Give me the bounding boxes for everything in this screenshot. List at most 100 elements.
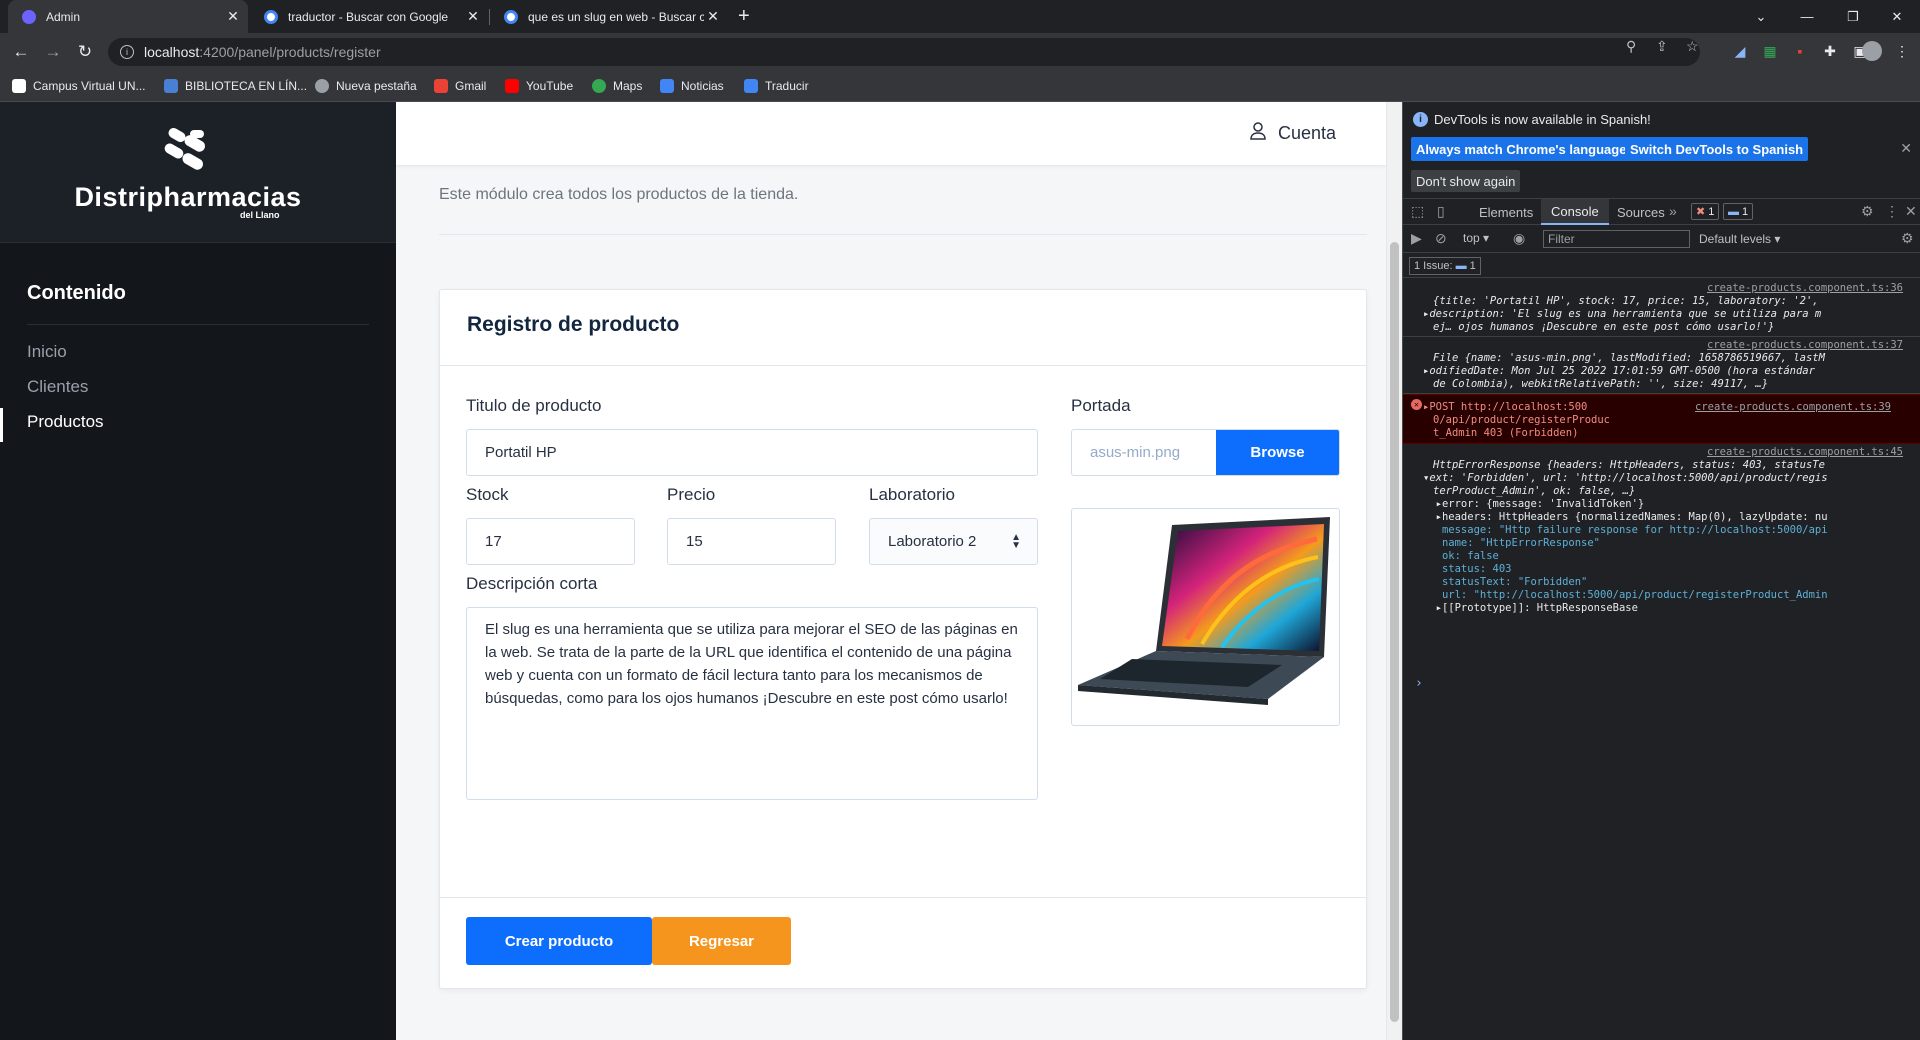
tab-search-icon[interactable]: ⌄ (1738, 0, 1784, 33)
context-select[interactable]: top ▾ (1463, 231, 1489, 245)
browser-tab-traductor[interactable]: traductor - Buscar con Google ✕ (250, 0, 488, 33)
close-tab-icon[interactable]: ✕ (224, 8, 242, 25)
short-desc-label: Descripción corta (466, 574, 598, 593)
price-input[interactable]: 15 (667, 518, 836, 565)
close-tab-icon[interactable]: ✕ (464, 8, 482, 25)
console-filter-input[interactable]: Filter (1543, 230, 1690, 248)
settings-gear-icon[interactable]: ⚙ (1861, 203, 1874, 220)
bookmark-traducir[interactable]: Traducir (744, 77, 809, 95)
bookmark-noticias[interactable]: Noticias (660, 77, 724, 95)
switch-spanish-button[interactable]: Switch DevTools to Spanish (1625, 137, 1809, 161)
extension-icon[interactable]: ◢ (1730, 41, 1750, 61)
info-count-badge[interactable]: ▬ 1 (1723, 203, 1754, 220)
message-source-link[interactable]: create-products.component.ts:45 (1707, 446, 1903, 458)
youtube-icon (505, 79, 519, 93)
bookmark-star-icon[interactable]: ☆ (1686, 38, 1699, 55)
site-info-icon[interactable]: i (120, 45, 134, 59)
console-message[interactable]: create-products.component.ts:36 {title: … (1403, 280, 1920, 337)
scrollbar-thumb[interactable] (1390, 242, 1399, 1022)
browser-tab-slug[interactable]: que es un slug en web - Buscar c ✕ (490, 0, 728, 33)
profile-avatar-icon[interactable] (1862, 41, 1882, 61)
sidebar-toggle-icon[interactable]: ▶ (1411, 230, 1422, 247)
tab-sources[interactable]: Sources (1607, 199, 1675, 225)
bookmark-youtube[interactable]: YouTube (505, 77, 573, 95)
console-output: create-products.component.ts:36 {title: … (1403, 280, 1920, 696)
tab-console[interactable]: Console (1541, 199, 1609, 225)
close-devtools-icon[interactable]: ✕ (1905, 203, 1917, 220)
logo-text: Distripharmacias (74, 182, 302, 212)
restore-icon[interactable]: ❐ (1830, 0, 1876, 33)
back-icon[interactable]: ← (8, 39, 34, 65)
cover-file-input[interactable]: asus-min.png Browse (1071, 429, 1340, 476)
console-prompt[interactable]: › (1415, 676, 1423, 691)
dont-show-again-button[interactable]: Don't show again (1411, 170, 1521, 192)
title-input[interactable]: Portatil HP (466, 429, 1038, 476)
sidebar-item-productos[interactable]: Productos (27, 412, 104, 432)
message-line: message: "Http failure response for http… (1423, 524, 1828, 536)
close-window-icon[interactable]: ✕ (1874, 0, 1920, 33)
menu-kebab-icon[interactable]: ⋮ (1892, 41, 1912, 61)
zoom-icon[interactable]: ⚲ (1626, 38, 1636, 55)
reload-icon[interactable]: ↻ (72, 39, 98, 65)
globe-icon (315, 79, 329, 93)
issues-button[interactable]: 1 Issue: ▬ 1 (1409, 257, 1481, 275)
sidebar-item-clientes[interactable]: Clientes (27, 377, 88, 397)
console-error-message[interactable]: ✕ create-products.component.ts:39 ▸POST … (1403, 394, 1920, 444)
page-scrollbar[interactable] (1386, 102, 1402, 1040)
bookmark-gmail[interactable]: Gmail (434, 77, 486, 95)
devtools-menu-icon[interactable]: ⋮ (1885, 203, 1899, 220)
message-source-link[interactable]: create-products.component.ts:39 (1695, 401, 1891, 413)
close-notice-icon[interactable]: ✕ (1900, 140, 1912, 157)
inspect-icon[interactable]: ⬚ (1411, 203, 1424, 220)
account-menu[interactable]: Cuenta (1250, 122, 1336, 145)
admin-favicon-icon (22, 9, 36, 24)
console-prompt-row[interactable]: › (1403, 676, 1920, 696)
message-line: ▸[[Prototype]]: HttpResponseBase (1423, 602, 1638, 614)
error-count-badge[interactable]: ✖ 1 (1691, 203, 1720, 220)
bookmark-biblioteca[interactable]: BIBLIOTECA EN LÍN... (164, 77, 307, 95)
card-title: Registro de producto (467, 313, 680, 336)
short-desc-textarea[interactable]: El slug es una herramienta que se utiliz… (466, 607, 1038, 800)
browser-tab-admin[interactable]: Admin ✕ (8, 0, 248, 33)
minimize-icon[interactable]: — (1784, 0, 1830, 33)
device-toolbar-icon[interactable]: ▯ (1437, 203, 1445, 220)
new-tab-button[interactable]: + (732, 0, 762, 33)
page-description: Este módulo crea todos los productos de … (439, 186, 799, 203)
sidebar: Distripharmacias del Llano Contenido Ini… (0, 102, 396, 1040)
message-line: ▾ext: 'Forbidden', url: 'http://localhos… (1423, 472, 1828, 484)
browse-button[interactable]: Browse (1216, 430, 1339, 475)
cover-label: Portada (1071, 396, 1131, 415)
message-line: ▸description: 'El slug es una herramient… (1423, 308, 1822, 320)
message-line: ▸odifiedDate: Mon Jul 25 2022 17:01:59 G… (1423, 365, 1815, 377)
sidebar-item-inicio[interactable]: Inicio (27, 342, 67, 362)
extension-green-icon[interactable]: ▦ (1760, 41, 1780, 61)
create-product-button[interactable]: Crear producto (466, 917, 652, 965)
share-icon[interactable]: ⇪ (1656, 38, 1668, 55)
log-levels-select[interactable]: Default levels ▾ (1699, 232, 1780, 246)
tab-elements[interactable]: Elements (1469, 199, 1543, 225)
bookmark-nueva-pestana[interactable]: Nueva pestaña (315, 77, 417, 95)
console-message[interactable]: create-products.component.ts:37 File {na… (1403, 337, 1920, 394)
console-message[interactable]: create-products.component.ts:45 HttpErro… (1403, 444, 1920, 676)
address-bar[interactable]: i localhost:4200/panel/products/register (108, 38, 1700, 66)
close-tab-icon[interactable]: ✕ (704, 8, 722, 25)
message-line: ok: false (1423, 550, 1499, 562)
stock-label: Stock (466, 485, 509, 504)
stock-input[interactable]: 17 (466, 518, 635, 565)
more-tabs-icon[interactable]: » (1669, 203, 1677, 219)
back-button[interactable]: Regresar (652, 917, 791, 965)
card-footer-divider (440, 897, 1366, 898)
match-language-button[interactable]: Always match Chrome's language (1411, 137, 1632, 161)
bookmark-campus[interactable]: Campus Virtual UN... (12, 77, 145, 95)
extension-red-icon[interactable]: ▪ (1790, 41, 1810, 61)
extensions-puzzle-icon[interactable]: ✚ (1820, 41, 1840, 61)
message-source-link[interactable]: create-products.component.ts:36 (1707, 282, 1903, 294)
message-source-link[interactable]: create-products.component.ts:37 (1707, 339, 1903, 351)
eye-icon[interactable]: ◉ (1513, 230, 1525, 247)
bookmark-maps[interactable]: Maps (592, 77, 642, 95)
message-line: HttpErrorResponse {headers: HttpHeaders,… (1433, 459, 1825, 471)
console-settings-icon[interactable]: ⚙ (1901, 230, 1914, 247)
forward-icon[interactable]: → (40, 39, 66, 65)
clear-console-icon[interactable]: ⊘ (1435, 230, 1447, 247)
lab-select[interactable]: Laboratorio 2 ▲ ▼ (869, 518, 1038, 565)
